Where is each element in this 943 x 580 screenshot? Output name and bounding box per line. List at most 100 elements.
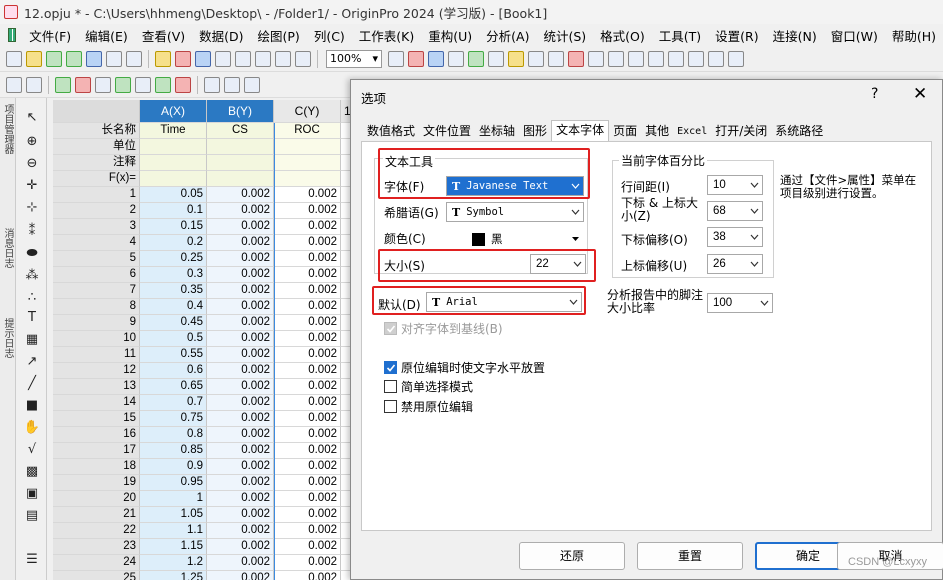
data-cell[interactable]: 0.7 xyxy=(140,395,207,411)
delete-column-icon[interactable] xyxy=(95,76,111,93)
save-icon[interactable] xyxy=(195,50,211,67)
arrow-tool-icon[interactable]: ↗ xyxy=(22,352,42,370)
column-header-a[interactable]: A(X) xyxy=(140,100,207,123)
row-number[interactable]: 23 xyxy=(53,539,140,555)
project-explorer-tab[interactable]: 项目管理器 xyxy=(1,104,15,154)
project-explorer-icon[interactable] xyxy=(428,50,444,67)
data-reader-icon[interactable]: ⊹ xyxy=(22,198,42,216)
sort-icon[interactable] xyxy=(688,50,704,67)
data-cell[interactable]: 0.55 xyxy=(140,347,207,363)
duplicate-icon[interactable] xyxy=(295,50,311,67)
add-worksheet-icon[interactable] xyxy=(55,76,71,93)
greek-font-select[interactable]: T Symbol xyxy=(446,202,584,222)
tab-open-close[interactable]: 打开/关闭 xyxy=(711,122,771,142)
menu-column[interactable]: 列(C) xyxy=(307,26,352,45)
settings-icon[interactable] xyxy=(588,50,604,67)
menu-edit[interactable]: 编辑(E) xyxy=(78,26,135,45)
results-log-icon[interactable] xyxy=(448,50,464,67)
report-footnote-select[interactable]: 100 xyxy=(707,293,773,313)
data-cell[interactable]: 1.1 xyxy=(140,523,207,539)
hand-icon[interactable]: ✋ xyxy=(22,418,42,436)
pointer-icon[interactable]: ↖ xyxy=(22,108,42,126)
grid-icon[interactable] xyxy=(6,76,22,93)
data-cell[interactable]: 0.002 xyxy=(207,475,274,491)
zoom-in-icon[interactable]: ⊕ xyxy=(22,132,42,150)
data-cell[interactable]: 0.35 xyxy=(140,283,207,299)
paste-icon[interactable] xyxy=(244,76,260,93)
corner-cell[interactable] xyxy=(53,100,140,123)
data-cell[interactable]: 0.002 xyxy=(207,219,274,235)
data-cell[interactable]: 0.002 xyxy=(274,523,341,539)
menu-analysis[interactable]: 分析(A) xyxy=(479,26,536,45)
data-cell[interactable]: 0.15 xyxy=(140,219,207,235)
data-cell[interactable]: 0.002 xyxy=(207,299,274,315)
open-template-icon[interactable] xyxy=(175,50,191,67)
page-icon[interactable] xyxy=(26,76,42,93)
data-cell[interactable]: 0.002 xyxy=(207,331,274,347)
row-number[interactable]: 9 xyxy=(53,315,140,331)
data-cell[interactable]: 0.002 xyxy=(207,491,274,507)
data-cell[interactable]: 0.002 xyxy=(274,331,341,347)
messages-icon[interactable] xyxy=(548,50,564,67)
row-number[interactable]: 17 xyxy=(53,443,140,459)
simple-select-checkbox[interactable]: 简单选择模式 xyxy=(384,378,473,395)
tab-text-fonts[interactable]: 文本字体 xyxy=(551,120,610,142)
long-name-cell[interactable]: CS xyxy=(207,123,274,139)
menu-tools[interactable]: 工具(T) xyxy=(652,26,708,45)
data-cell[interactable]: 0.002 xyxy=(274,427,341,443)
text-tool-icon[interactable]: T xyxy=(22,308,42,326)
units-cell[interactable] xyxy=(274,139,341,155)
statistics-icon[interactable] xyxy=(668,50,684,67)
data-cell[interactable]: 1.15 xyxy=(140,539,207,555)
menu-view[interactable]: 查看(V) xyxy=(135,26,192,45)
tab-excel[interactable]: Excel xyxy=(673,122,711,142)
sup-offset-select[interactable]: 26 xyxy=(707,254,763,274)
data-cell[interactable]: 0.002 xyxy=(207,187,274,203)
row-number[interactable]: 18 xyxy=(53,459,140,475)
comments-cell[interactable] xyxy=(207,155,274,171)
data-cell[interactable]: 0.002 xyxy=(207,203,274,219)
data-cell[interactable]: 0.25 xyxy=(140,251,207,267)
sub-sup-size-select[interactable]: 68 xyxy=(707,201,763,221)
row-number[interactable]: 21 xyxy=(53,507,140,523)
tab-axis[interactable]: 坐标轴 xyxy=(475,122,519,142)
row-number[interactable]: 5 xyxy=(53,251,140,267)
data-cell[interactable]: 0.002 xyxy=(207,507,274,523)
column-header-c[interactable]: C(Y) xyxy=(274,100,341,123)
menu-window[interactable]: 窗口(W) xyxy=(824,26,885,45)
column-header-b[interactable]: B(Y) xyxy=(207,100,274,123)
new-graph-icon[interactable] xyxy=(86,50,102,67)
data-cell[interactable]: 0.9 xyxy=(140,459,207,475)
tab-page[interactable]: 页面 xyxy=(609,122,641,142)
long-name-cell[interactable]: ROC xyxy=(274,123,341,139)
help-button[interactable]: ? xyxy=(871,86,878,102)
copy-columns-icon[interactable] xyxy=(135,76,151,93)
long-name-cell[interactable]: Time xyxy=(140,123,207,139)
import-icon[interactable] xyxy=(235,50,251,67)
data-cell[interactable]: 0.45 xyxy=(140,315,207,331)
data-cell[interactable]: 0.85 xyxy=(140,443,207,459)
command-window-icon[interactable] xyxy=(468,50,484,67)
import-wizard-icon[interactable] xyxy=(255,50,271,67)
tab-file-locations[interactable]: 文件位置 xyxy=(419,122,475,142)
menu-data[interactable]: 数据(D) xyxy=(192,26,250,45)
data-cell[interactable]: 0.002 xyxy=(207,347,274,363)
menu-preferences[interactable]: 设置(R) xyxy=(708,26,765,45)
data-cell[interactable]: 0.002 xyxy=(207,523,274,539)
region-select-icon[interactable]: ⬬ xyxy=(22,244,42,262)
row-number[interactable]: 14 xyxy=(53,395,140,411)
data-cell[interactable]: 0.002 xyxy=(274,315,341,331)
add-column-icon[interactable] xyxy=(608,50,624,67)
refresh-icon[interactable] xyxy=(408,50,424,67)
screen-reader-icon[interactable]: ⁑ xyxy=(22,222,42,240)
data-cell[interactable]: 0.002 xyxy=(274,379,341,395)
sub-offset-select[interactable]: 38 xyxy=(707,227,763,247)
menu-format[interactable]: 格式(O) xyxy=(593,26,652,45)
row-number[interactable]: 6 xyxy=(53,267,140,283)
open-icon[interactable] xyxy=(155,50,171,67)
data-cell[interactable]: 0.002 xyxy=(207,459,274,475)
tab-graph[interactable]: 图形 xyxy=(519,122,551,142)
cut-icon[interactable] xyxy=(204,76,220,93)
set-values-icon[interactable] xyxy=(708,50,724,67)
row-number[interactable]: 24 xyxy=(53,555,140,571)
